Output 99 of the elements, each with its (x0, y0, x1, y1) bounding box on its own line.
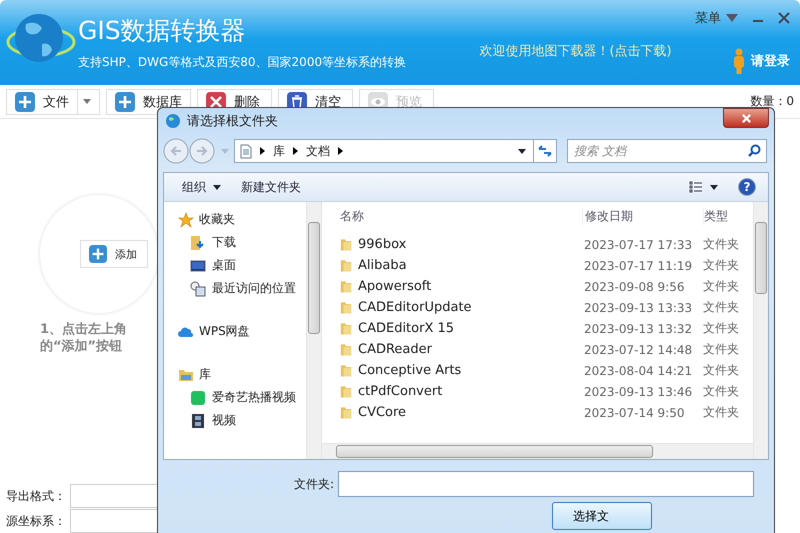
search-field[interactable]: 搜索 文档 (567, 139, 767, 163)
folder-icon (340, 384, 352, 399)
table-cell-text: 文件夹 (702, 383, 740, 400)
table-cell-text: 文件夹 (702, 236, 740, 253)
column-header[interactable]: 名称 (322, 208, 582, 224)
nav-item[interactable]: 视频 (178, 409, 306, 432)
file-name[interactable]: Alibaba (358, 258, 407, 273)
caret-icon (726, 14, 738, 22)
breadcrumb-item[interactable]: 库 (273, 142, 285, 160)
globe-icon (165, 113, 181, 129)
folder-icon (340, 300, 352, 315)
star-icon (178, 212, 194, 228)
caret-icon (710, 184, 718, 190)
refresh-icon (537, 144, 553, 158)
person-icon (733, 48, 745, 74)
folder-label: 文件夹: (294, 476, 334, 492)
nav-item[interactable]: WPS网盘 (178, 320, 306, 343)
file-name[interactable]: ctPdfConvert (358, 384, 442, 399)
folder-input[interactable] (338, 471, 754, 497)
table-cell-text: 2023-07-17 11:19 (583, 258, 694, 272)
close-icon (740, 112, 752, 124)
file-name[interactable]: CVCore (358, 405, 406, 420)
table-cell-text: 文件夹 (702, 257, 740, 274)
command-button[interactable]: 新建文件夹 (241, 178, 301, 196)
field-label: 源坐标系： (6, 512, 62, 530)
table-cell-text: 2023-08-04 14:21 (583, 364, 694, 378)
column-header[interactable]: 修改日期 (582, 208, 703, 224)
folder-icon (340, 279, 352, 294)
table-cell-text: 2023-07-14 9:50 (583, 406, 686, 420)
scrollbar[interactable] (322, 443, 753, 459)
folder-icon (340, 258, 352, 273)
folder-icon (340, 363, 352, 378)
table-cell-text: 文件夹 (702, 299, 740, 316)
search-icon (747, 144, 761, 158)
table-cell-text: 文件夹 (702, 404, 740, 421)
table-cell-text: 文件夹 (702, 320, 740, 337)
refresh-button[interactable] (533, 139, 557, 163)
dialog-title: 请选择根文件夹 (187, 113, 278, 130)
plus-icon (89, 245, 107, 263)
table-cell-text: 文件夹 (702, 362, 740, 379)
folder-icon (340, 237, 352, 252)
download-folder-icon (190, 234, 206, 250)
app-subtitle: 支持SHP、DWG等格式及西安80、国家2000等坐标系的转换 (78, 54, 406, 71)
plus-icon (115, 92, 135, 112)
monitor-icon (190, 258, 206, 274)
nav-item[interactable]: 收藏夹 (178, 208, 306, 231)
command-button[interactable]: 组织 (182, 178, 221, 196)
scrollbar[interactable] (306, 202, 321, 459)
menu-button[interactable]: 菜单 (695, 9, 738, 27)
nav-item[interactable]: 库 (178, 363, 306, 386)
film-icon (190, 412, 206, 428)
folder-icon (340, 405, 352, 420)
file-name[interactable]: Conceptive Arts (358, 363, 462, 378)
plus-icon (15, 92, 35, 112)
table-cell-text: 2023-09-13 13:46 (583, 384, 694, 398)
app-title: GIS数据转换器 (78, 15, 247, 47)
nav-item[interactable]: 桌面 (178, 254, 306, 277)
view-menu-button[interactable] (689, 181, 718, 193)
file-name[interactable]: Apowersoft (358, 279, 432, 294)
close-icon[interactable] (778, 12, 790, 24)
close-button[interactable] (723, 108, 769, 128)
toolbar-button[interactable]: 文件 (6, 88, 100, 114)
caret-icon (518, 148, 526, 154)
help-button[interactable]: ? (738, 178, 756, 196)
nav-item[interactable]: 下载 (178, 231, 306, 254)
file-name[interactable]: CADReader (358, 342, 432, 357)
scrollbar-thumb[interactable] (336, 445, 653, 458)
file-name[interactable]: 996box (358, 237, 406, 252)
add-button[interactable]: 添加 (80, 240, 148, 268)
chevron-icon (338, 147, 343, 155)
app-tile-icon (190, 390, 206, 406)
address-bar[interactable]: 库 文档 (234, 139, 534, 163)
caret-icon[interactable] (221, 148, 229, 154)
toolbar-button[interactable]: 数据库 (106, 88, 191, 114)
table-cell-text: 2023-07-12 14:48 (583, 342, 694, 356)
file-name[interactable]: CADEditorX 15 (358, 321, 454, 336)
scrollbar-thumb[interactable] (755, 222, 767, 294)
table-cell-text: 2023-09-08 9:56 (583, 280, 686, 294)
table-cell-text: 2023-09-13 13:32 (583, 322, 694, 336)
scrollbar-thumb[interactable] (308, 222, 320, 334)
hint-text: 的“添加”按钮 (40, 338, 124, 355)
chevron-icon (293, 147, 298, 155)
table-cell-text: 文件夹 (702, 341, 740, 358)
nav-item[interactable]: 爱奇艺热播视频 (178, 386, 306, 409)
chevron-icon (260, 147, 265, 155)
file-name[interactable]: CADEditorUpdate (358, 300, 472, 315)
table-cell-text: 文件夹 (702, 278, 740, 295)
select-folder-button[interactable]: 选择文 (552, 502, 652, 530)
nav-item[interactable]: 最近访问的位置 (178, 277, 306, 300)
table-cell-text: 2023-09-13 13:33 (583, 300, 694, 314)
folder-icon (340, 321, 352, 336)
field-label: 导出格式： (6, 488, 62, 504)
document-icon (240, 144, 252, 158)
scrollbar[interactable] (753, 202, 768, 459)
folder-icon (340, 342, 352, 357)
table-cell-text: 2023-07-17 17:33 (583, 238, 694, 252)
hint-text: 1、点击左上角 (40, 321, 128, 338)
item-count: 数量：0 (750, 93, 794, 110)
breadcrumb-item[interactable]: 文档 (306, 142, 330, 160)
